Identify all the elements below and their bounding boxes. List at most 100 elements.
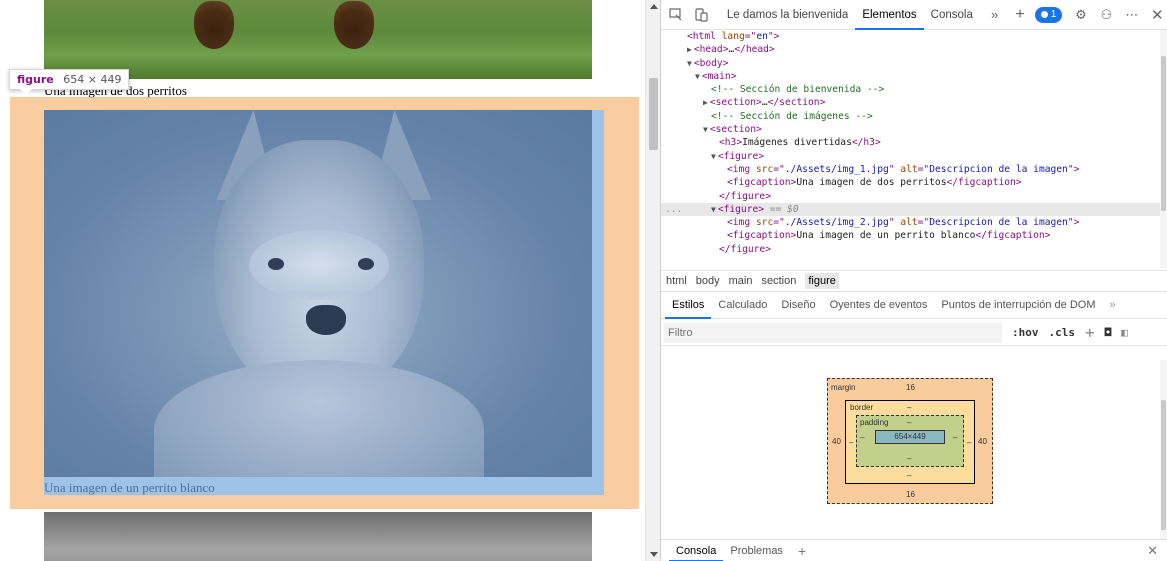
scroll-up-icon[interactable] [650, 4, 658, 9]
tab-dom-breakpoints[interactable]: Puntos de interrupción de DOM [934, 292, 1102, 319]
more-options-icon[interactable]: ⋯ [1121, 4, 1142, 26]
drawer-tab-console[interactable]: Consola [669, 540, 724, 561]
dom-token: " [888, 163, 901, 175]
new-rule-icon[interactable]: + [1085, 323, 1095, 342]
husky-eye [358, 258, 374, 270]
paint-icon[interactable]: ◘ [1105, 326, 1112, 339]
dom-token: <img [727, 163, 756, 175]
border-label: border [850, 403, 874, 412]
tab-computed[interactable]: Calculado [711, 292, 774, 319]
breadcrumb-body[interactable]: body [696, 275, 720, 287]
collapse-triangle-icon[interactable]: ▼ [695, 72, 700, 81]
breadcrumb-html[interactable]: html [666, 275, 687, 287]
dom-node[interactable]: ▼ <figure> [661, 150, 1161, 163]
dom-node[interactable]: <h3>Imágenes divertidas</h3> [661, 136, 1161, 149]
margin-right-value[interactable]: 40 [978, 437, 987, 446]
collapse-triangle-icon[interactable]: ▼ [687, 59, 692, 68]
styles-subtabs: Estilos Calculado Diseño Oyentes de even… [661, 292, 1167, 319]
margin-bottom-value[interactable]: 16 [906, 490, 915, 499]
dom-node[interactable]: <figcaption>Una imagen de dos perritos</… [661, 176, 1161, 189]
issue-dot-icon [1040, 11, 1048, 18]
dom-node[interactable]: </figure> [661, 190, 1161, 203]
page-scroll-thumb[interactable] [649, 78, 658, 150]
drawer-tab-issues[interactable]: Problemas [723, 540, 790, 561]
dom-token: </head> [734, 44, 775, 56]
connect-icon[interactable]: ⚇ [1096, 4, 1117, 26]
expand-triangle-icon[interactable]: ▶ [703, 98, 708, 107]
dom-node[interactable]: <figcaption>Una imagen de un perrito bla… [661, 229, 1161, 242]
dom-node[interactable]: <img src="./Assets/img_2.jpg" alt="Descr… [661, 216, 1161, 229]
box-model-border: border – – – – padding – – – – 654×449 [845, 400, 975, 484]
dom-scroll-thumb[interactable] [1161, 56, 1166, 211]
husky-eye [268, 258, 284, 270]
dom-token: =" [773, 217, 785, 229]
breadcrumb-main[interactable]: main [729, 275, 753, 287]
styles-scroll-thumb[interactable] [1161, 400, 1166, 530]
padding-right-value[interactable]: – [953, 433, 957, 442]
inspect-element-icon[interactable] [665, 4, 686, 26]
settings-gear-icon[interactable]: ⚙ [1070, 4, 1091, 26]
collapse-triangle-icon[interactable]: ▼ [711, 205, 716, 214]
add-tab-icon[interactable]: + [1009, 4, 1030, 26]
box-model-content[interactable]: 654×449 [875, 430, 945, 444]
dom-node[interactable]: <html lang="en"> [661, 30, 1161, 43]
dom-node[interactable]: ▼ <main> [661, 70, 1161, 83]
dom-token: Imágenes divertidas [742, 137, 852, 149]
close-devtools-icon[interactable]: ✕ [1147, 4, 1167, 26]
dom-node[interactable]: ▼ <body> [661, 57, 1161, 70]
margin-left-value[interactable]: 40 [832, 437, 841, 446]
dom-node[interactable]: ▶ <section>…</section> [661, 96, 1161, 109]
page-scrollbar[interactable] [645, 0, 660, 561]
device-toggle-icon[interactable] [690, 4, 711, 26]
margin-top-value[interactable]: 16 [906, 383, 915, 392]
tab-event-listeners[interactable]: Oyentes de eventos [823, 292, 935, 319]
dom-token: en [756, 31, 768, 42]
drawer-add-icon[interactable]: + [798, 543, 806, 559]
dom-token: <html [687, 31, 722, 42]
breadcrumb-section[interactable]: section [761, 275, 796, 287]
expand-triangle-icon[interactable]: ▶ [687, 45, 692, 54]
styles-scrollbar[interactable] [1160, 360, 1167, 540]
border-bottom-value[interactable]: – [907, 471, 911, 480]
breadcrumb-figure[interactable]: figure [805, 273, 839, 289]
dom-node[interactable]: ▼ <section> [661, 123, 1161, 136]
padding-top-value[interactable]: – [907, 418, 911, 427]
tab-elements[interactable]: Elementos [855, 0, 924, 30]
tab-layout[interactable]: Diseño [774, 292, 822, 319]
collapse-triangle-icon[interactable]: ▼ [711, 152, 716, 161]
tab-welcome[interactable]: Le damos la bienvenida [720, 0, 855, 30]
dom-node[interactable]: <!-- Sección de bienvenida --> [661, 83, 1161, 96]
husky-body [154, 360, 484, 477]
drawer-close-icon[interactable]: ✕ [1147, 543, 1158, 559]
border-left-value[interactable]: – [849, 438, 853, 447]
more-tabs-icon[interactable]: » [984, 4, 1005, 26]
scroll-down-icon[interactable] [650, 552, 658, 557]
dom-node[interactable]: <!-- Sección de imágenes --> [661, 110, 1161, 123]
tab-styles[interactable]: Estilos [665, 292, 712, 319]
dom-node[interactable]: </figure> [661, 243, 1161, 256]
hov-toggle[interactable]: :hov [1012, 326, 1039, 339]
husky-image [44, 110, 592, 477]
dom-token: </figcaption> [946, 177, 1022, 189]
collapse-triangle-icon[interactable]: ▼ [703, 125, 708, 134]
border-top-value[interactable]: – [907, 403, 911, 412]
element-tooltip: figure 654 × 449 [9, 69, 130, 95]
dog-shape [194, 1, 234, 49]
dom-node[interactable]: ▶ <head>…</head> [661, 43, 1161, 56]
tab-console[interactable]: Consola [924, 0, 980, 30]
padding-bottom-value[interactable]: – [907, 454, 911, 463]
dom-token: <figure> [717, 150, 765, 162]
styles-filter-input[interactable] [664, 322, 1002, 343]
sidebar-toggle-icon[interactable]: ◧ [1121, 326, 1128, 339]
padding-left-value[interactable]: – [860, 433, 864, 442]
more-subtabs-icon[interactable]: » [1103, 292, 1123, 319]
border-right-value[interactable]: – [967, 438, 971, 447]
padding-label: padding [860, 418, 889, 427]
dom-node[interactable]: <img src="./Assets/img_1.jpg" alt="Descr… [661, 163, 1161, 176]
dom-scrollbar[interactable] [1160, 30, 1167, 268]
dom-token: <head> [693, 44, 729, 56]
issues-badge[interactable]: 1 [1034, 6, 1063, 23]
dom-node-selected[interactable]: ... ▼ <figure> == $0 [661, 202, 1161, 217]
cls-toggle[interactable]: .cls [1049, 326, 1076, 339]
dom-token: "> [1067, 163, 1080, 175]
